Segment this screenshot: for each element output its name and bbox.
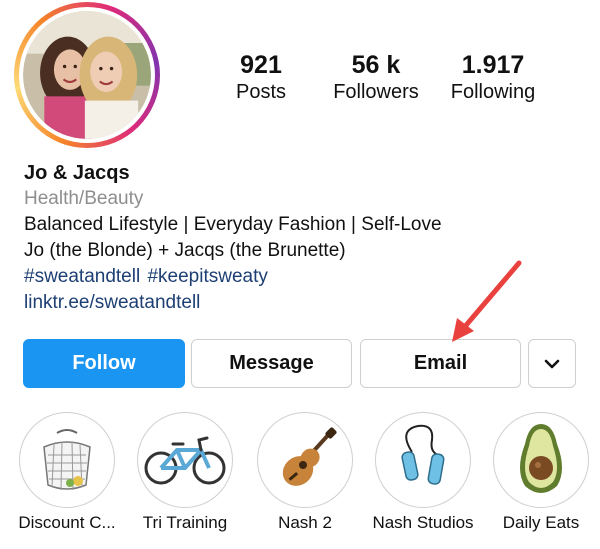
highlight-label: Tri Training [142,513,228,532]
avocado-icon [520,424,562,493]
highlight-circle [493,412,589,508]
highlight-label: Nash 2 [278,513,332,532]
mesh-bag-icon [43,429,91,491]
hashtag-link[interactable]: #sweatandtell [24,266,140,287]
highlight-discount[interactable]: Discount C... [12,412,122,534]
avatar-photo [23,11,151,139]
highlight-tri-training[interactable]: Tri Training [130,412,240,534]
avatar-gap [19,7,155,143]
following-count: 1.917 [461,51,525,79]
following-label: Following [450,81,536,103]
bicycle-icon [144,436,226,485]
profile-category: Health/Beauty [24,188,144,209]
profile-bio: Jo & Jacqs Health/Beauty Balanced Lifest… [24,160,584,316]
highlight-circle [257,412,353,508]
highlight-circle [19,412,115,508]
highlight-label: Nash Studios [372,513,474,532]
highlight-label: Daily Eats [502,513,580,532]
highlight-label: Discount C... [18,513,116,532]
highlight-daily-eats[interactable]: Daily Eats [486,412,596,534]
bio-line-1: Balanced Lifestyle | Everyday Fashion | … [24,214,442,235]
message-button[interactable]: Message [191,339,352,388]
highlight-circle [137,412,233,508]
highlight-circle [375,412,471,508]
profile-website-link[interactable]: linktr.ee/sweatandtell [24,290,584,316]
follow-button[interactable]: Follow [23,339,185,388]
chevron-down-icon [544,359,560,368]
profile-avatar[interactable] [14,2,160,148]
highlight-nash-2[interactable]: Nash 2 [250,412,360,534]
profile-name: Jo & Jacqs [24,162,130,184]
email-button[interactable]: Email [360,339,521,388]
jump-rope-icon [401,424,445,485]
bio-line-2: Jo (the Blonde) + Jacqs (the Brunette) [24,240,346,261]
stat-following[interactable]: 1.917 Following [423,50,563,104]
more-options-button[interactable] [528,339,576,388]
highlight-nash-studios[interactable]: Nash Studios [368,412,478,534]
bio-hashtags: #sweatandtell #keepitsweaty [24,264,584,290]
guitar-icon [282,427,337,486]
hashtag-link[interactable]: #keepitsweaty [147,266,267,287]
